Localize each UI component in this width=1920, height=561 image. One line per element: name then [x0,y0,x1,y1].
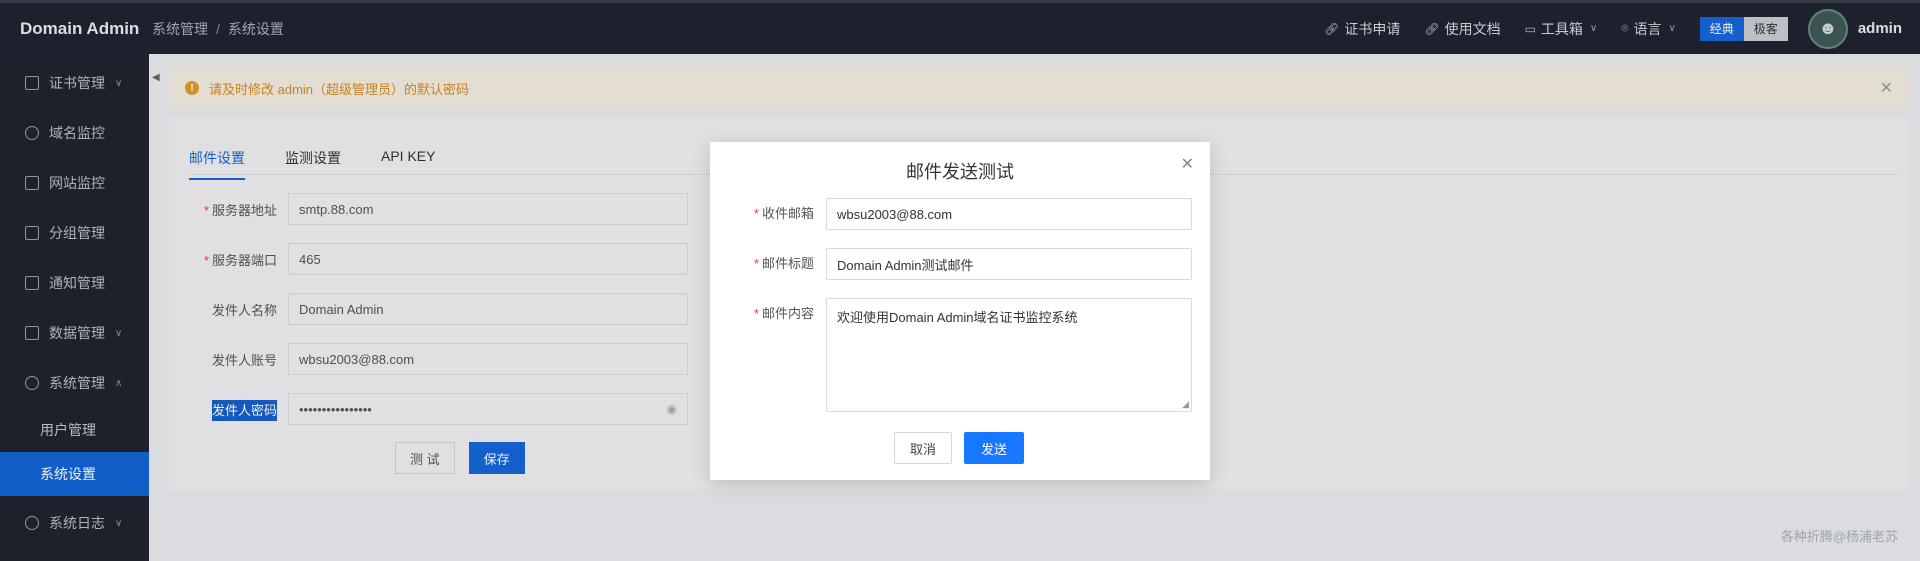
dialog-row-to: * 收件邮箱 wbsu2003@88.com [710,198,1210,230]
textarea-value: 欢迎使用Domain Admin域名证书监控系统 [837,310,1078,325]
mail-test-dialog: 邮件发送测试 ✕ * 收件邮箱 wbsu2003@88.com * 邮件标题 Dom… [710,142,1210,480]
recipient-email-input[interactable]: wbsu2003@88.com [826,198,1192,230]
field-label: * 邮件标题 [753,256,814,271]
mail-subject-input[interactable]: Domain Admin测试邮件 [826,248,1192,280]
resize-handle-icon[interactable]: ◢ [1182,399,1189,410]
close-icon[interactable]: ✕ [1181,154,1194,174]
watermark: 各种折腾@杨浦老苏 [1780,529,1898,544]
dialog-form: * 收件邮箱 wbsu2003@88.com * 邮件标题 Domain Admin… [710,198,1210,430]
dialog-row-subject: * 邮件标题 Domain Admin测试邮件 [710,248,1210,280]
dialog-buttons: 取消 发送 [894,432,1025,464]
field-label: * 收件邮箱 [753,206,814,221]
mail-content-textarea[interactable]: 欢迎使用Domain Admin域名证书监控系统 ◢ [826,298,1192,412]
dialog-title: 邮件发送测试 [906,162,1014,182]
cancel-button[interactable]: 取消 [894,432,953,464]
field-label: * 邮件内容 [753,306,814,321]
send-button[interactable]: 发送 [964,432,1025,464]
dialog-row-content: * 邮件内容 欢迎使用Domain Admin域名证书监控系统 ◢ [710,298,1210,412]
